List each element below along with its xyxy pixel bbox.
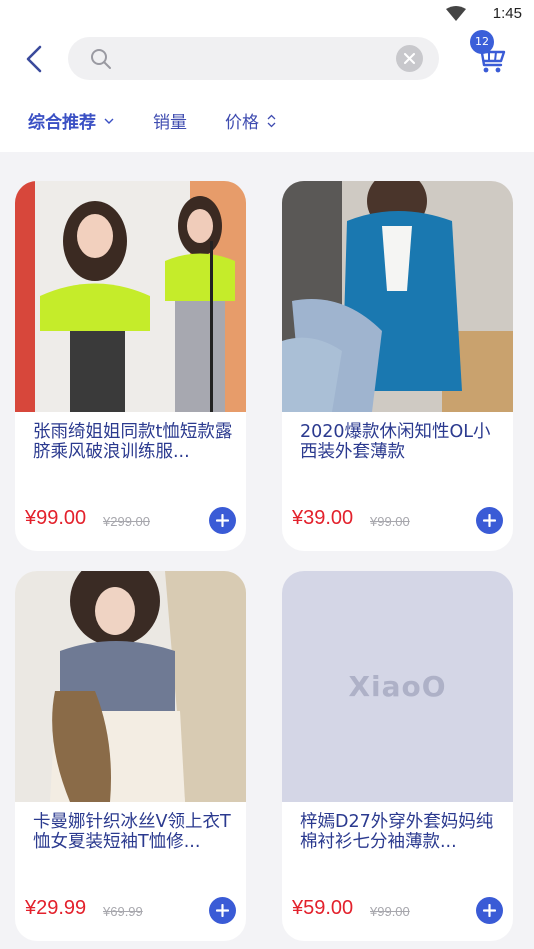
clear-search-button[interactable] xyxy=(396,45,423,72)
sort-tab-recommended[interactable]: 综合推荐 xyxy=(28,108,114,133)
search-input[interactable] xyxy=(120,45,380,72)
cart-button[interactable]: 12 xyxy=(470,30,510,76)
sort-tab-label: 综合推荐 xyxy=(28,113,96,133)
status-time: 1:45 xyxy=(492,5,522,22)
plus-icon xyxy=(216,514,229,527)
product-price: ¥39.00 xyxy=(292,507,354,529)
product-image-placeholder: XiaoO xyxy=(282,571,513,802)
product-price: ¥59.00 xyxy=(292,897,354,919)
product-original-price: ¥299.00 xyxy=(103,514,150,529)
sort-bar: 综合推荐 销量 价格 xyxy=(0,104,534,138)
product-image xyxy=(15,571,246,802)
product-title: 2020爆款休闲知性OL小西装外套薄款 xyxy=(300,422,491,462)
product-image xyxy=(15,181,246,412)
add-to-cart-button[interactable] xyxy=(476,897,503,924)
product-price: ¥99.00 xyxy=(25,507,87,529)
chevron-left-icon xyxy=(26,45,42,73)
product-card[interactable]: 卡曼娜针织冰丝V领上衣T恤女夏装短袖T恤修... ¥29.99 ¥69.99 xyxy=(15,571,246,941)
product-card[interactable]: 张雨绮姐姐同款t恤短款露脐乘风破浪训练服... ¥99.00 ¥299.00 xyxy=(15,181,246,551)
plus-icon xyxy=(483,904,496,917)
product-original-price: ¥99.00 xyxy=(370,904,410,919)
status-bar: 1:45 xyxy=(0,0,534,30)
wifi-icon xyxy=(446,6,466,21)
cart-count-badge: 12 xyxy=(470,30,494,54)
top-header: 1:45 12 综合推荐 销量 价格 xyxy=(0,0,534,152)
product-original-price: ¥69.99 xyxy=(103,904,143,919)
chevron-down-icon xyxy=(104,118,114,124)
sort-tab-price[interactable]: 价格 xyxy=(225,108,276,133)
product-original-price: ¥99.00 xyxy=(370,514,410,529)
sort-tab-label: 销量 xyxy=(153,113,187,133)
add-to-cart-button[interactable] xyxy=(209,897,236,924)
sort-updown-icon xyxy=(267,114,276,127)
search-icon xyxy=(91,49,111,69)
product-card[interactable]: XiaoO 梓嫣D27外穿外套妈妈纯棉衬衫七分袖薄款... ¥59.00 ¥99… xyxy=(282,571,513,941)
close-icon xyxy=(404,53,415,64)
sort-tab-sales[interactable]: 销量 xyxy=(153,108,187,133)
sort-tab-label: 价格 xyxy=(225,113,259,133)
search-bar[interactable] xyxy=(68,37,439,80)
product-image xyxy=(282,181,513,412)
product-price: ¥29.99 xyxy=(25,897,87,919)
product-title: 梓嫣D27外穿外套妈妈纯棉衬衫七分袖薄款... xyxy=(300,812,494,852)
add-to-cart-button[interactable] xyxy=(476,507,503,534)
product-card[interactable]: 2020爆款休闲知性OL小西装外套薄款 ¥39.00 ¥99.00 xyxy=(282,181,513,551)
product-title: 张雨绮姐姐同款t恤短款露脐乘风破浪训练服... xyxy=(33,422,233,462)
add-to-cart-button[interactable] xyxy=(209,507,236,534)
plus-icon xyxy=(216,904,229,917)
back-button[interactable] xyxy=(20,42,48,76)
product-title: 卡曼娜针织冰丝V领上衣T恤女夏装短袖T恤修... xyxy=(33,812,231,852)
plus-icon xyxy=(483,514,496,527)
